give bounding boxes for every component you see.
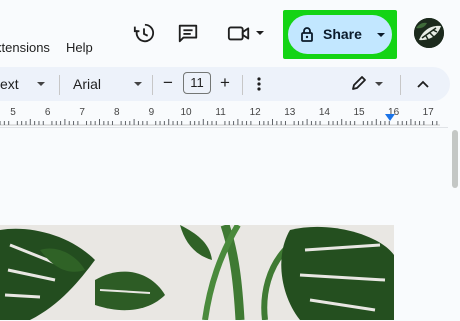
ruler-label: 12 [250, 107, 262, 118]
ruler-label: 8 [114, 107, 120, 118]
scrollbar-thumb[interactable] [452, 130, 458, 188]
chevron-down-icon [256, 31, 264, 35]
increase-font-size-button[interactable]: + [220, 73, 230, 93]
meet-button[interactable] [224, 20, 268, 46]
chevron-down-icon[interactable] [36, 79, 46, 89]
right-indent-marker-icon[interactable] [385, 114, 395, 122]
plant-photo [0, 225, 394, 320]
menu-extensions[interactable]: xtensions [0, 40, 50, 55]
comments-button[interactable] [175, 20, 201, 46]
ruler-label: 11 [215, 107, 226, 118]
ruler-label: 7 [79, 107, 85, 118]
ruler-label: 13 [284, 107, 296, 118]
ruler-label: 5 [10, 107, 16, 118]
ruler-label: 14 [319, 107, 331, 118]
toolbar-divider [59, 75, 60, 95]
comment-icon [178, 24, 198, 43]
font-size-input[interactable]: 11 [183, 72, 211, 94]
avatar[interactable] [414, 18, 444, 48]
video-call-icon [227, 26, 250, 41]
font-family-select[interactable]: Arial [73, 76, 101, 92]
top-bar: xtensions Help Share [0, 0, 460, 66]
history-icon [133, 23, 155, 43]
monstera-leaf-icon [414, 18, 444, 48]
version-history-button[interactable] [131, 20, 157, 46]
ruler-label: 6 [45, 107, 51, 118]
chevron-up-icon[interactable] [416, 78, 430, 90]
chevron-down-icon[interactable] [376, 30, 386, 40]
decrease-font-size-button[interactable]: − [163, 73, 173, 93]
more-options-icon[interactable] [256, 76, 262, 92]
toolbar-divider [152, 75, 153, 95]
ruler-label: 10 [180, 107, 192, 118]
ruler-ticks: 5 6 7 8 9 10 11 12 13 14 15 16 17 [0, 107, 440, 126]
menu-help[interactable]: Help [66, 40, 93, 55]
pencil-icon[interactable] [351, 75, 367, 91]
ruler-label: 17 [423, 107, 435, 118]
lock-icon [301, 27, 313, 42]
chevron-down-icon[interactable] [374, 79, 384, 89]
share-label: Share [323, 26, 362, 42]
share-button[interactable]: Share [288, 15, 392, 54]
paragraph-style-select[interactable]: ext [0, 76, 19, 92]
monstera-plant-image[interactable] [0, 225, 394, 320]
toolbar-divider [400, 75, 401, 95]
ruler-label: 9 [149, 107, 155, 118]
ruler[interactable]: 5 6 7 8 9 10 11 12 13 14 15 16 17 [0, 104, 440, 126]
chevron-down-icon[interactable] [133, 79, 143, 89]
ruler-label: 15 [353, 107, 365, 118]
toolbar-divider [242, 75, 243, 95]
